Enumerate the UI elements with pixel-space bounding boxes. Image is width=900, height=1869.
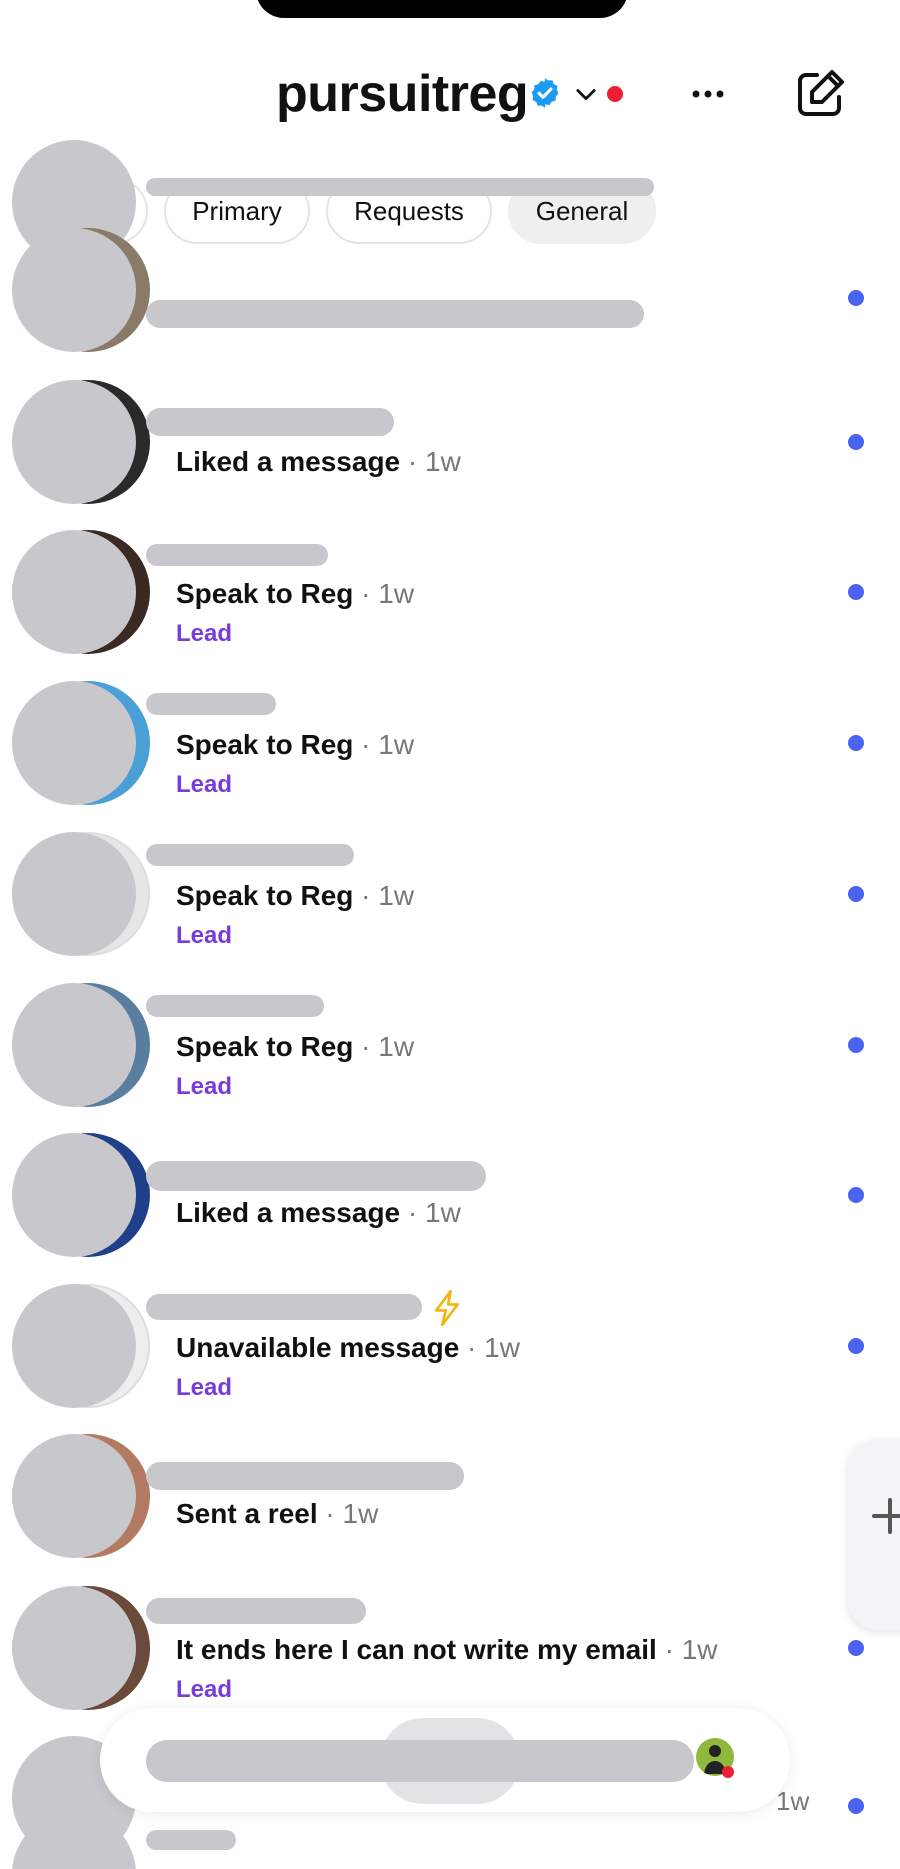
redacted-avatar [12,681,136,805]
redacted-name [146,844,354,866]
floating-side-button[interactable] [848,1440,900,1630]
more-options-icon[interactable] [688,76,728,112]
redacted-name [146,544,328,566]
notification-dot [722,1766,734,1778]
redacted-name [146,1462,464,1490]
plus-icon [872,1498,900,1534]
redacted-avatar [12,1434,136,1558]
unread-dot [848,735,864,751]
redacted-name [146,1598,366,1624]
redacted-name [146,1294,422,1320]
redacted-name [146,300,644,328]
redacted-text [146,1740,694,1782]
unread-dot [848,1037,864,1053]
redacted-avatar [12,832,136,956]
message-preview: Speak to Reg · 1w [176,729,415,760]
unread-dot [848,1640,864,1656]
unread-dot [848,434,864,450]
lead-label: Lead [176,1374,233,1401]
lead-label: Lead [176,922,233,949]
thread-row[interactable]: Sent a reel · 1w [0,1432,900,1582]
redacted-avatar [12,983,136,1107]
redacted-name [146,1830,236,1850]
thread-row[interactable]: Speak to Reg · 1w Lead [0,830,900,980]
account-switcher-title[interactable]: pursuitreg [276,64,529,124]
thread-row[interactable]: Speak to Reg · 1w Lead [0,528,900,678]
redacted-text [146,178,654,196]
message-preview: Speak to Reg · 1w [176,1031,415,1062]
inbox-header: pursuitreg [0,56,900,136]
floating-notes-bar[interactable] [100,1708,790,1812]
lead-label: Lead [176,1073,233,1100]
message-preview: Unavailable message · 1w [176,1332,520,1363]
unread-dot [848,1798,864,1814]
thread-row[interactable] [0,228,900,352]
verified-badge-icon [531,78,559,108]
thread-row[interactable]: Liked a message · 1w [0,378,900,528]
unread-dot [848,1187,864,1203]
account-notification-dot [607,86,623,102]
redacted-name [146,995,324,1017]
unread-dot [848,1338,864,1354]
message-preview: Speak to Reg · 1w [176,578,415,609]
thread-row[interactable]: Liked a message · 1w [0,1131,900,1281]
lightning-icon [434,1290,460,1326]
message-preview: It ends here I can not write my email · … [176,1634,718,1665]
redacted-name [146,693,276,715]
redacted-name [146,408,394,436]
redacted-avatar [12,1586,136,1710]
unread-dot [848,290,864,306]
chevron-down-icon[interactable] [572,80,600,108]
unread-dot [848,886,864,902]
message-preview: Liked a message · 1w [176,446,461,477]
compose-icon[interactable] [792,66,848,122]
thread-row[interactable]: Speak to Reg · 1w Lead [0,679,900,829]
message-time: 1w [776,1786,810,1816]
redacted-avatar [12,380,136,504]
redacted-avatar [12,228,136,352]
device-notch [256,0,628,18]
redacted-avatar [12,530,136,654]
message-preview: Speak to Reg · 1w [176,880,415,911]
redacted-avatar [12,1133,136,1257]
thread-row[interactable]: Speak to Reg · 1w Lead [0,981,900,1131]
redacted-avatar [12,1284,136,1408]
lead-label: Lead [176,620,233,647]
message-preview: Liked a message · 1w [176,1197,461,1228]
message-preview: Sent a reel · 1w [176,1498,379,1529]
unread-dot [848,584,864,600]
lead-label: Lead [176,771,233,798]
redacted-name [146,1161,486,1191]
lead-label: Lead [176,1676,233,1703]
